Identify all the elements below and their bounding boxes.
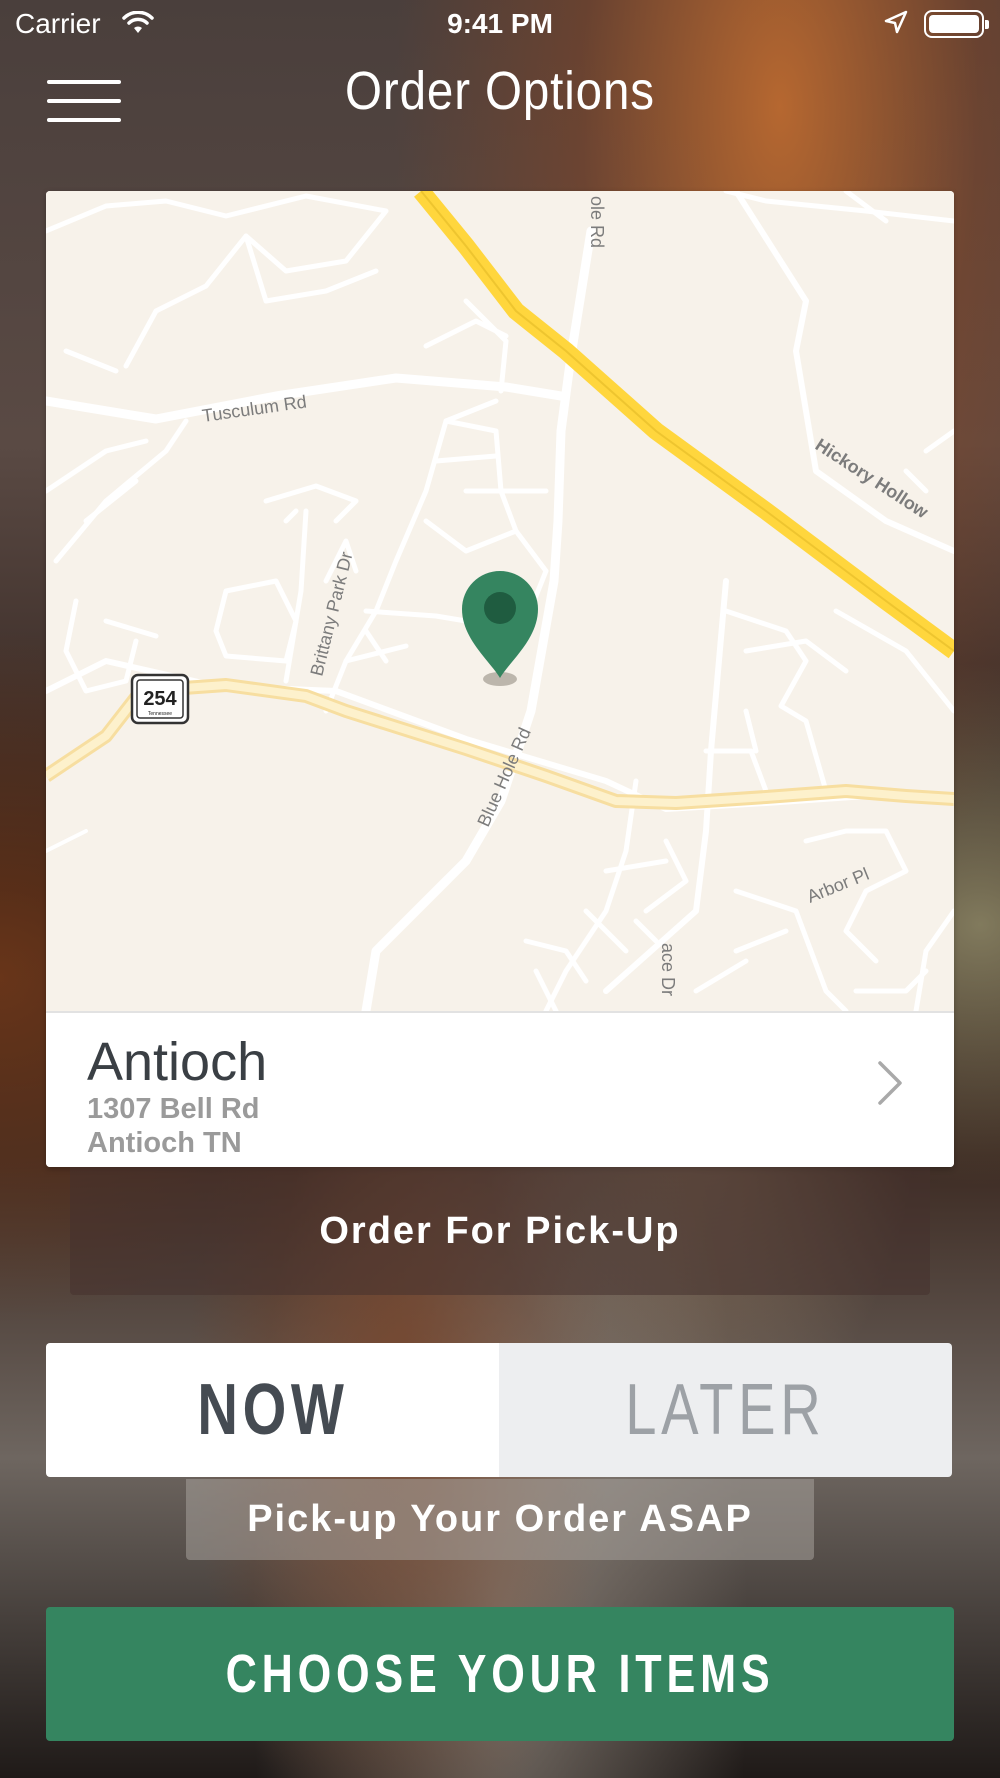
location-arrow-icon: [884, 10, 908, 43]
status-bar: Carrier 9:41 PM: [0, 0, 1000, 50]
page-title: Order Options: [345, 61, 655, 121]
store-city: Antioch TN: [87, 1127, 242, 1159]
choose-items-label: CHOOSE YOUR ITEMS: [225, 1644, 775, 1704]
timing-note: Pick-up Your Order ASAP: [186, 1479, 814, 1560]
segment-later[interactable]: LATER: [499, 1343, 952, 1477]
store-map[interactable]: Tusculum Rd Brittany Park Dr Blue Hole R…: [46, 191, 954, 1011]
map-label-ole-rd: ole Rd: [587, 196, 607, 248]
choose-items-button[interactable]: CHOOSE YOUR ITEMS: [46, 1607, 954, 1741]
svg-text:254: 254: [143, 688, 177, 710]
store-address: 1307 Bell Rd: [87, 1093, 260, 1125]
store-card: Tusculum Rd Brittany Park Dr Blue Hole R…: [46, 191, 954, 1167]
segment-later-label: LATER: [625, 1370, 826, 1450]
timing-segmented-control: NOW LATER: [46, 1343, 952, 1477]
store-name: Antioch: [87, 1032, 268, 1092]
chevron-right-icon[interactable]: [875, 1058, 905, 1113]
map-label-ace-dr: ace Dr: [658, 943, 678, 996]
battery-icon: [924, 10, 989, 38]
store-info-row[interactable]: Antioch 1307 Bell Rd Antioch TN: [46, 1011, 954, 1167]
status-time: 9:41 PM: [447, 8, 553, 39]
segment-now[interactable]: NOW: [46, 1343, 499, 1477]
segment-now-label: NOW: [196, 1370, 349, 1450]
order-mode-button[interactable]: Order For Pick-Up: [70, 1167, 930, 1295]
svg-text:Tennessee: Tennessee: [148, 711, 172, 717]
route-254-shield: 254 Tennessee: [130, 673, 190, 725]
